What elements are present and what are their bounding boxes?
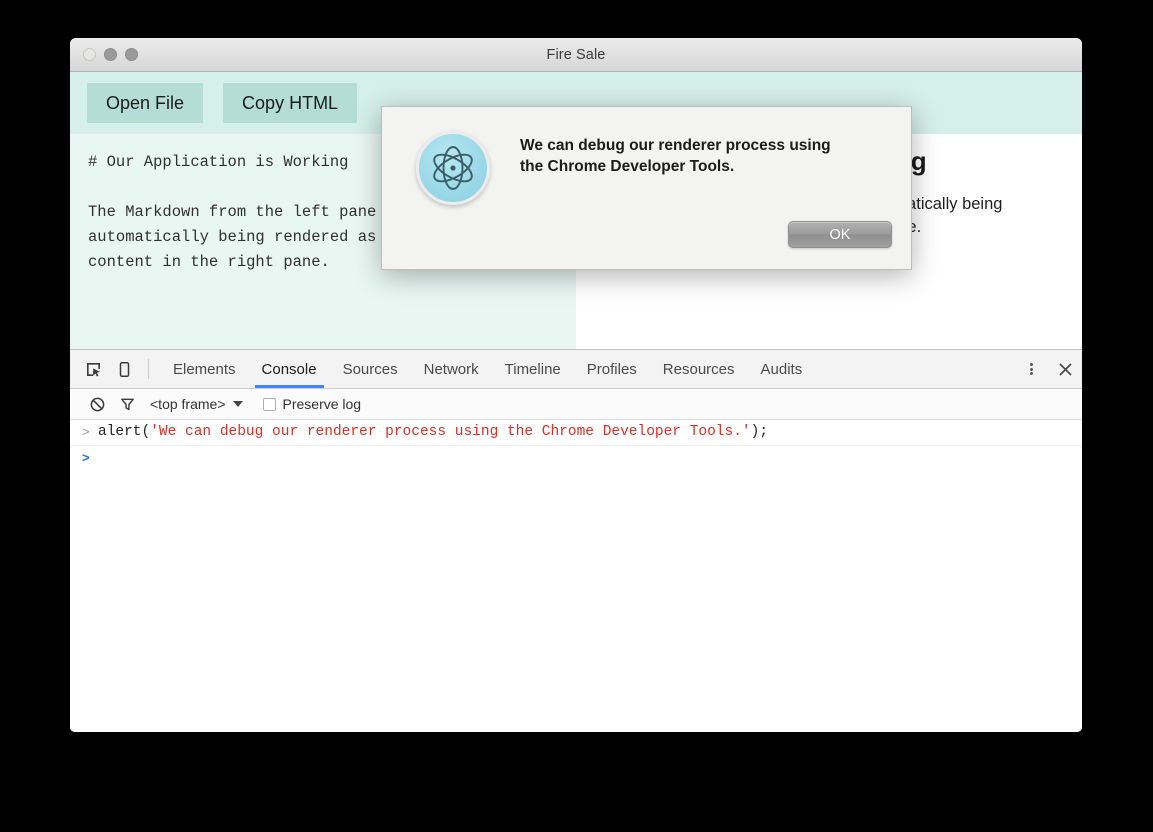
code-suffix: ); [750, 424, 769, 440]
preserve-log-checkbox[interactable] [262, 397, 276, 411]
chevron-down-icon [232, 401, 243, 407]
console-input-row[interactable]: > [70, 446, 1082, 471]
tab-label: Profiles [586, 360, 637, 378]
window-titlebar: Fire Sale [70, 38, 1082, 72]
tab-audits[interactable]: Audits [748, 350, 816, 388]
alert-dialog: We can debug our renderer process using … [381, 106, 912, 270]
kebab-menu-icon[interactable] [1014, 362, 1048, 377]
dialog-message-text: We can debug our renderer process using … [520, 137, 831, 176]
console-input-prompt: > [82, 449, 90, 465]
devtools-tabbar: Elements Console Sources Network Timelin… [70, 350, 1082, 389]
tab-network[interactable]: Network [411, 350, 492, 388]
code-string-literal: 'We can debug our renderer process using… [150, 424, 751, 440]
tab-sources[interactable]: Sources [330, 350, 411, 388]
devtools-panel: Elements Console Sources Network Timelin… [70, 349, 1082, 732]
maximize-window-button[interactable] [125, 48, 138, 61]
toolbar-divider [148, 359, 149, 379]
window-title: Fire Sale [546, 46, 606, 63]
code-prefix: alert( [98, 424, 151, 440]
device-toolbar-icon[interactable] [109, 350, 140, 388]
console-entry-prompt: > [82, 424, 90, 439]
tab-elements[interactable]: Elements [160, 350, 249, 388]
tab-label: Elements [173, 360, 236, 378]
console-filter-bar: <top frame> Preserve log [70, 389, 1082, 420]
close-icon[interactable] [1048, 362, 1082, 377]
tab-profiles[interactable]: Profiles [574, 350, 650, 388]
tab-label: Sources [342, 360, 398, 378]
tab-console[interactable]: Console [249, 350, 330, 388]
tab-timeline[interactable]: Timeline [492, 350, 574, 388]
clear-console-icon[interactable] [82, 397, 112, 412]
tab-label: Timeline [504, 360, 561, 378]
devtools-tabbar-right [994, 350, 1082, 388]
tab-label: Network [423, 360, 479, 378]
preserve-log-label: Preserve log [282, 396, 362, 412]
preserve-log-toggle[interactable]: Preserve log [262, 396, 362, 412]
electron-atom-logo-icon [416, 131, 490, 205]
open-file-button[interactable]: Open File [87, 83, 204, 123]
traffic-light-group [83, 48, 138, 61]
frame-selector[interactable]: <top frame> [150, 396, 243, 412]
tab-label: Resources [662, 360, 735, 378]
console-entry: > alert('We can debug our renderer proce… [70, 420, 1082, 446]
tab-label: Audits [760, 360, 803, 378]
application-window: Fire Sale Open File Copy HTML # Our Appl… [70, 38, 1082, 732]
dialog-ok-button[interactable]: OK [788, 221, 892, 248]
copy-html-button[interactable]: Copy HTML [223, 83, 358, 123]
tab-label: Console [261, 360, 317, 378]
console-output[interactable]: > alert('We can debug our renderer proce… [70, 420, 1082, 732]
minimize-window-button[interactable] [104, 48, 117, 61]
console-entry-code: alert('We can debug our renderer process… [98, 424, 768, 440]
filter-funnel-icon[interactable] [112, 397, 142, 412]
tab-resources[interactable]: Resources [650, 350, 748, 388]
inspect-element-icon[interactable] [78, 350, 109, 388]
close-window-button[interactable] [83, 48, 96, 61]
frame-selector-value: <top frame> [150, 396, 226, 412]
